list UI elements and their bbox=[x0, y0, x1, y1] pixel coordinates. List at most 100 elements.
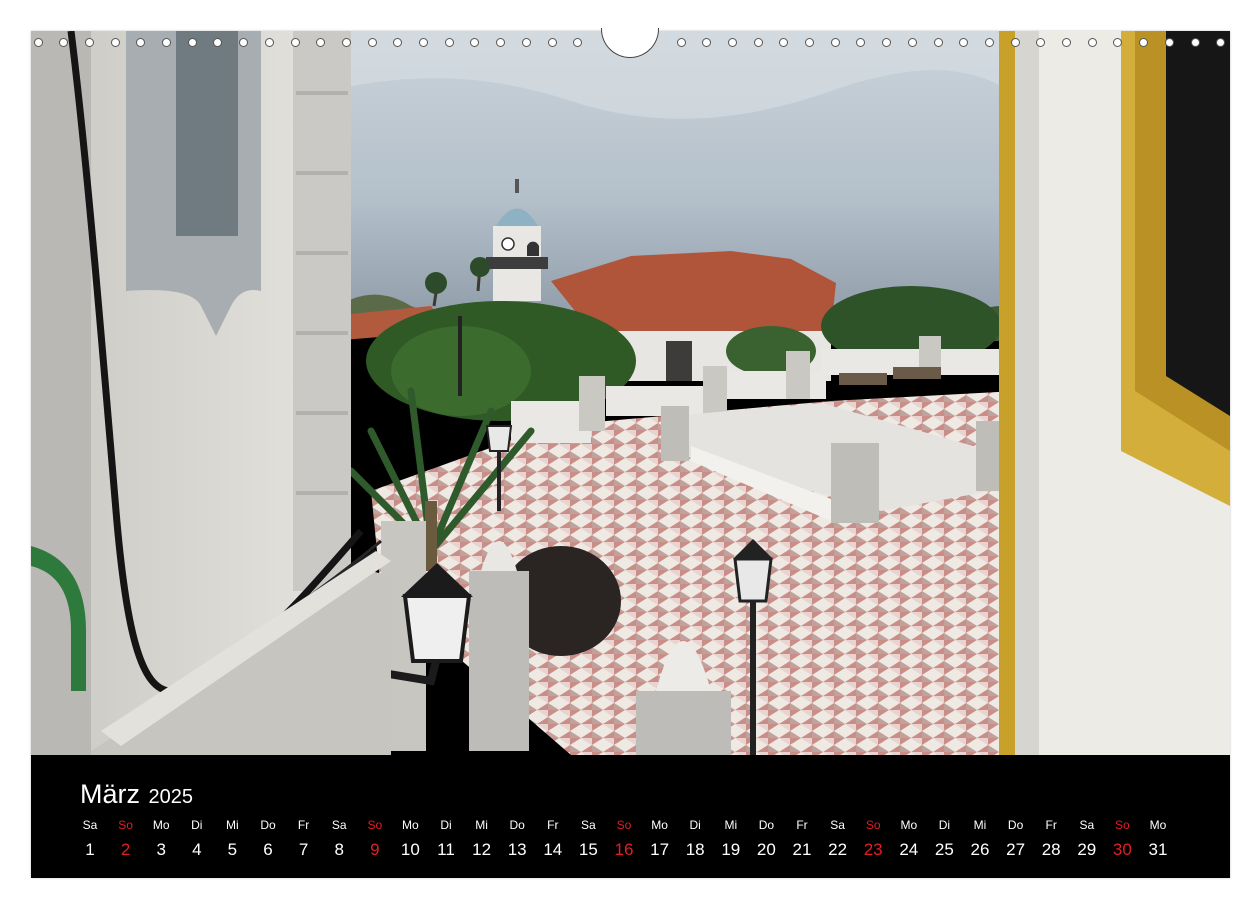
day-number: 4 bbox=[192, 840, 202, 859]
calendar-strip: März 2025 Sa 1 So 2 Mo 3 Di 4 Mi 5 Do 6 Fr 7 Sa 8 So 9 Mo 1… bbox=[31, 755, 1230, 878]
day-column: Mo 17 bbox=[645, 817, 675, 861]
day-column: So 30 bbox=[1107, 817, 1137, 861]
day-number: 11 bbox=[437, 840, 455, 859]
weekday-label: Sa bbox=[581, 818, 596, 832]
day-column: Mo 24 bbox=[894, 817, 924, 861]
day-number: 15 bbox=[578, 840, 598, 859]
weekday-label: Mo bbox=[900, 818, 918, 832]
day-number: 29 bbox=[1077, 840, 1097, 859]
weekday-label: So bbox=[616, 818, 632, 832]
day-column: Sa 8 bbox=[324, 817, 354, 861]
day-number: 1 bbox=[85, 840, 95, 859]
day-number: 21 bbox=[792, 840, 812, 859]
day-number: 13 bbox=[507, 840, 527, 859]
day-number: 22 bbox=[828, 840, 848, 859]
day-column: Di 18 bbox=[680, 817, 710, 861]
photo-illustration bbox=[31, 31, 1230, 755]
day-column: Do 13 bbox=[502, 817, 532, 861]
day-column: Do 27 bbox=[1001, 817, 1031, 861]
weekday-label: So bbox=[1115, 818, 1130, 832]
calendar-page: März 2025 Sa 1 So 2 Mo 3 Di 4 Mi 5 Do 6 Fr 7 Sa 8 So 9 Mo 1… bbox=[31, 31, 1230, 878]
day-column: Mi 12 bbox=[467, 817, 497, 861]
weekday-label: Mi bbox=[724, 818, 738, 832]
weekday-label: Mi bbox=[973, 818, 987, 832]
day-column: Sa 22 bbox=[823, 817, 853, 861]
day-number: 16 bbox=[614, 840, 634, 859]
day-column: Sa 29 bbox=[1072, 817, 1102, 861]
weekday-label: Mo bbox=[1149, 818, 1167, 832]
weekday-label: Sa bbox=[1079, 818, 1095, 832]
weekday-label: Mi bbox=[226, 818, 239, 832]
day-number: 18 bbox=[685, 840, 705, 859]
day-column: Sa 15 bbox=[573, 817, 603, 861]
weekday-label: Do bbox=[758, 818, 775, 832]
day-column: Do 6 bbox=[253, 817, 283, 861]
weekday-label: Mi bbox=[475, 818, 488, 832]
day-number: 5 bbox=[227, 840, 238, 859]
day-number: 24 bbox=[899, 840, 919, 859]
weekday-label: Di bbox=[938, 818, 951, 832]
weekday-label: Di bbox=[191, 818, 203, 832]
day-column: Fr 14 bbox=[538, 817, 568, 861]
day-column: So 2 bbox=[111, 817, 141, 861]
day-column: Mo 31 bbox=[1143, 817, 1173, 861]
day-column: Fr 28 bbox=[1036, 817, 1066, 861]
day-number: 26 bbox=[970, 840, 990, 859]
day-number: 2 bbox=[120, 840, 131, 859]
calendar-title: März 2025 bbox=[80, 779, 193, 810]
day-number: 28 bbox=[1041, 840, 1061, 859]
day-column: So 23 bbox=[858, 817, 888, 861]
day-column: Mi 19 bbox=[716, 817, 746, 861]
day-column: Di 25 bbox=[929, 817, 959, 861]
weekday-label: Sa bbox=[82, 818, 98, 832]
day-column: Mo 3 bbox=[146, 817, 176, 861]
day-column: Di 11 bbox=[431, 817, 461, 861]
month-name: März bbox=[80, 779, 140, 809]
day-column: Fr 7 bbox=[289, 817, 319, 861]
weekday-label: Di bbox=[689, 818, 701, 832]
weekday-label: Do bbox=[1007, 818, 1024, 832]
day-column: So 9 bbox=[360, 817, 390, 861]
day-grid: Sa 1 So 2 Mo 3 Di 4 Mi 5 Do 6 Fr 7 Sa 8 So 9 Mo 10 Di 11 Mi 12 D… bbox=[75, 817, 1195, 867]
day-number: 9 bbox=[370, 840, 380, 859]
day-number: 19 bbox=[721, 840, 741, 859]
day-column: Mi 26 bbox=[965, 817, 995, 861]
weekday-label: Mo bbox=[402, 818, 419, 832]
day-column: Mo 10 bbox=[395, 817, 425, 861]
day-number: 17 bbox=[650, 840, 670, 859]
day-column: Mi 5 bbox=[217, 817, 247, 861]
day-number: 6 bbox=[263, 840, 273, 859]
weekday-label: Mo bbox=[651, 818, 668, 832]
weekday-label: So bbox=[367, 818, 383, 832]
weekday-label: Fr bbox=[297, 818, 310, 832]
weekday-label: Do bbox=[509, 818, 525, 832]
day-number: 10 bbox=[400, 840, 420, 859]
day-number: 30 bbox=[1112, 840, 1132, 859]
day-number: 27 bbox=[1006, 840, 1026, 859]
weekday-label: Di bbox=[440, 818, 452, 832]
day-number: 20 bbox=[756, 840, 776, 859]
day-column: Di 4 bbox=[182, 817, 212, 861]
weekday-label: Fr bbox=[1045, 818, 1057, 832]
day-number: 25 bbox=[934, 840, 954, 859]
weekday-label: Mo bbox=[152, 818, 170, 832]
weekday-label: Fr bbox=[547, 818, 559, 832]
weekday-label: Sa bbox=[331, 818, 347, 832]
day-number: 7 bbox=[298, 840, 309, 859]
weekday-label: So bbox=[118, 818, 133, 832]
weekday-label: Sa bbox=[830, 818, 845, 832]
weekday-label: So bbox=[865, 818, 881, 832]
weekday-label: Fr bbox=[796, 818, 808, 832]
day-column: So 16 bbox=[609, 817, 639, 861]
day-column: Sa 1 bbox=[75, 817, 105, 861]
day-number: 23 bbox=[863, 840, 883, 859]
day-number: 14 bbox=[543, 840, 563, 859]
day-number: 3 bbox=[156, 840, 166, 859]
day-number: 31 bbox=[1148, 840, 1168, 859]
weekday-label: Do bbox=[260, 818, 276, 832]
day-number: 8 bbox=[334, 840, 344, 859]
church-plaza-photo bbox=[31, 31, 1230, 755]
day-column: Fr 21 bbox=[787, 817, 817, 861]
day-column: Do 20 bbox=[751, 817, 781, 861]
year-label: 2025 bbox=[148, 786, 193, 808]
